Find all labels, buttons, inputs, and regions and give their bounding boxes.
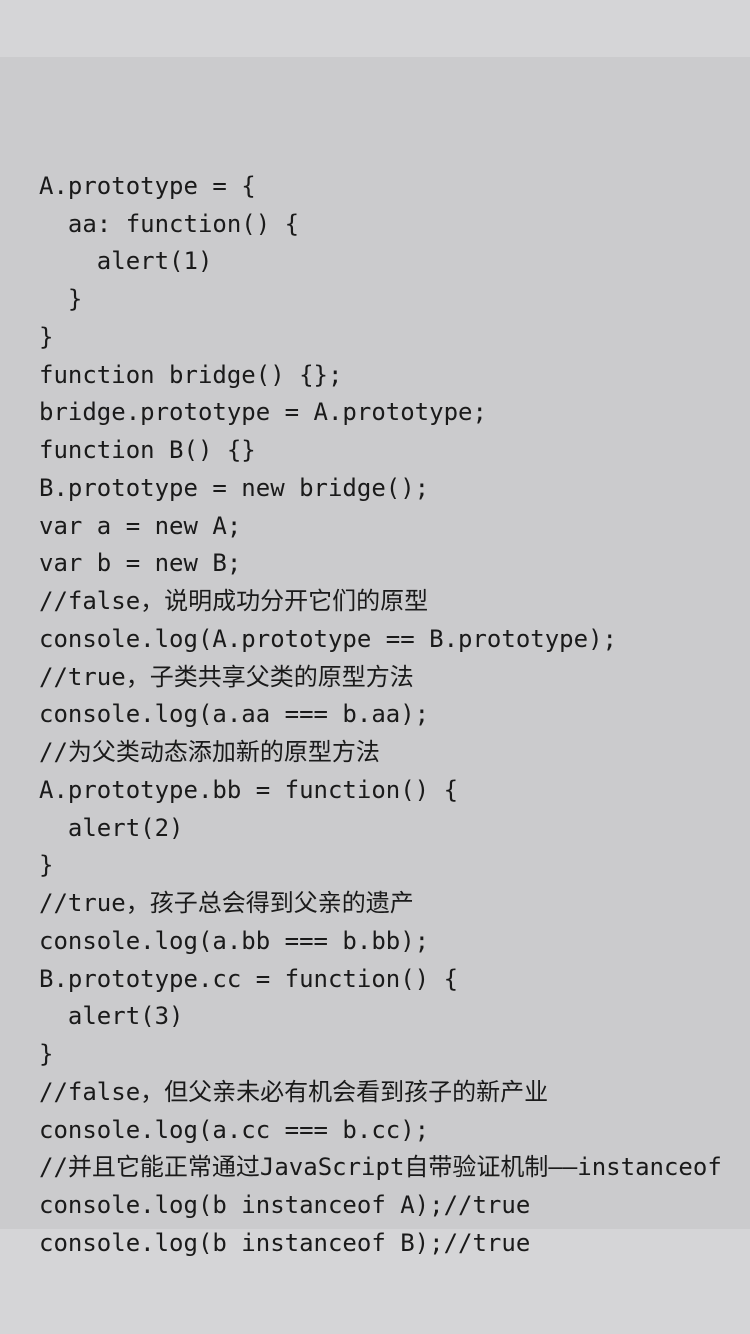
code-line: B.prototype = new bridge(); [0,472,750,510]
code-line: A.prototype.bb = function() { [0,774,750,812]
comment-text: //true，子类共享父类的原型方法 [39,662,414,691]
code-line: alert(2) [0,812,750,850]
comment-text: //false，但父亲未必有机会看到孩子的新产业 [39,1077,549,1106]
code-text: B.prototype.cc = function() { [39,964,459,993]
code-line: console.log(b instanceof A);//true [0,1189,750,1227]
page: { "code": { "lines": [ "A.prototype = {"… [0,0,750,1334]
code-line: //并且它能正常通过JavaScript自带验证机制——instanceof [0,1152,750,1190]
code-text: alert(1) [39,247,213,276]
code-line: B.prototype.cc = function() { [0,963,750,1001]
code-text: } [39,1040,54,1068]
comment-text: //true，孩子总会得到父亲的遗产 [39,889,414,917]
code-line: var b = new B; [0,548,750,586]
code-text: console.log(a.aa === b.aa); [39,700,430,729]
code-text: alert(2) [39,813,184,842]
code-line: var a = new A; [0,510,750,548]
code-line: //为父类动态添加新的原型方法 [0,736,750,774]
code-line: } [0,283,750,321]
code-line: aa: function() { [0,208,750,246]
code-line: //false，说明成功分开它们的原型 [0,585,750,623]
code-line: console.log(a.cc === b.cc); [0,1114,750,1152]
code-line: console.log(b instanceof B);//true [0,1227,750,1265]
code-text: B.prototype = new bridge(); [39,473,430,502]
code-text: console.log(b instanceof A);//true [39,1191,531,1219]
code-text: } [39,322,54,351]
code-text: bridge.prototype = A.prototype; [39,398,487,427]
code-text: } [39,285,83,313]
comment-text: //为父类动态添加新的原型方法 [39,738,380,766]
code-text: console.log(a.bb === b.bb); [39,926,430,955]
code-text: var b = new B; [39,549,242,578]
code-text: A.prototype = { [39,171,256,200]
code-text: A.prototype.bb = function() { [39,775,459,804]
code-line: console.log(a.bb === b.bb); [0,925,750,963]
comment-text: //false，说明成功分开它们的原型 [39,587,429,615]
code-text: alert(3) [39,1002,184,1031]
code-line: console.log(A.prototype == B.prototype); [0,623,750,661]
code-line: function B() {} [0,434,750,472]
code-line: //true，孩子总会得到父亲的遗产 [0,887,750,925]
comment-text: //并且它能正常通过JavaScript自带验证机制——instanceof [39,1153,722,1182]
code-text: } [39,851,54,880]
code-text: var a = new A; [39,511,242,540]
code-block: A.prototype = { aa: function() { alert(1… [0,57,750,1255]
code-line: //false，但父亲未必有机会看到孩子的新产业 [0,1076,750,1114]
code-line: function bridge() {}; [0,359,750,397]
code-line: } [0,850,750,888]
code-text: console.log(A.prototype == B.prototype); [39,624,617,653]
code-line: alert(3) [0,1001,750,1039]
code-text: aa: function() { [39,209,300,238]
code-line: A.prototype = { [0,170,750,208]
code-text: console.log(a.cc === b.cc); [39,1115,430,1144]
code-line: } [0,321,750,359]
code-text: function B() {} [39,436,256,464]
code-text: function bridge() {}; [39,360,343,389]
code-line: } [0,1038,750,1076]
code-text: console.log(b instanceof B);//true [39,1228,531,1257]
code-line: //true，子类共享父类的原型方法 [0,661,750,699]
code-line: alert(1) [0,246,750,284]
code-line: bridge.prototype = A.prototype; [0,397,750,435]
code-line: console.log(a.aa === b.aa); [0,699,750,737]
